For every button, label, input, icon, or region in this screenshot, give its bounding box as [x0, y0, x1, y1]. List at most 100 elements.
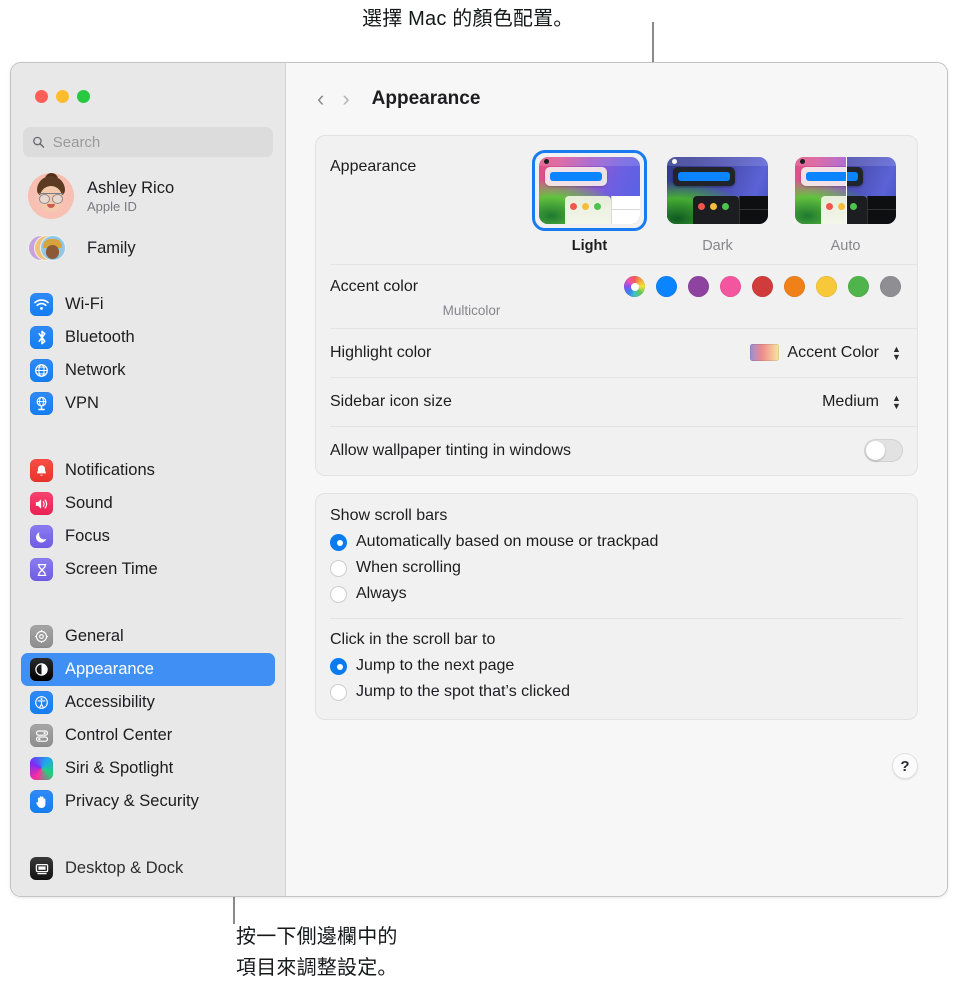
sidebar-item-wi-fi[interactable]: Wi-Fi	[21, 288, 275, 321]
highlight-color-label: Highlight color	[330, 343, 432, 361]
appearance-option-label: Auto	[830, 238, 861, 254]
sidebar-item-control-center[interactable]: Control Center	[21, 719, 275, 752]
wallpaper-tinting-row: Allow wallpaper tinting in windows	[316, 426, 917, 475]
page-title: Appearance	[371, 88, 481, 109]
search-field[interactable]	[23, 127, 273, 157]
sidebar-item-appearance[interactable]: Appearance	[21, 653, 275, 686]
highlight-color-row: Highlight color Accent Color ▲ ▼	[316, 328, 917, 377]
help-question-icon: ?	[900, 757, 910, 775]
highlight-color-popup[interactable]: Accent Color ▲ ▼	[750, 342, 903, 363]
sidebar-item-label: Accessibility	[65, 693, 155, 711]
desktop-dock-icon	[30, 857, 53, 880]
detail-pane: ‹ › Appearance Appearance Light Dark Aut…	[286, 63, 947, 896]
sidebar-item-label: Sound	[65, 494, 113, 512]
sidebar-group-appearance: General Appearance Accessibility Control…	[21, 620, 275, 818]
accent-swatch-purple[interactable]	[688, 276, 709, 297]
search-icon	[33, 136, 45, 148]
radio-button[interactable]	[330, 533, 347, 551]
sidebar-item-general[interactable]: General	[21, 620, 275, 653]
sidebar-icon-size-popup[interactable]: Medium ▲ ▼	[822, 391, 903, 412]
sidebar-item-vpn[interactable]: VPN	[21, 387, 275, 420]
sidebar-item-label: Siri & Spotlight	[65, 759, 174, 777]
minimize-button[interactable]	[56, 90, 69, 103]
wifi-icon	[30, 293, 53, 316]
sidebar-item-label: Desktop & Dock	[65, 859, 184, 877]
sidebar-item-label: Appearance	[65, 660, 154, 678]
chevron-up-down-icon[interactable]: ▲ ▼	[890, 391, 903, 412]
accent-swatch-yellow[interactable]	[816, 276, 837, 297]
appearance-option-label: Dark	[702, 238, 733, 254]
radio-auto-scrollbars[interactable]: Automatically based on mouse or trackpad	[330, 529, 903, 555]
close-button[interactable]	[35, 90, 48, 103]
sidebar-icon-size-label: Sidebar icon size	[330, 392, 452, 410]
radio-label: Jump to the spot that’s clicked	[356, 683, 571, 700]
sidebar-group-connectivity: Wi-Fi Bluetooth Network VPN	[21, 288, 275, 420]
show-scroll-bars-label: Show scroll bars	[330, 507, 448, 524]
highlight-color-value: Accent Color	[787, 343, 879, 361]
radio-label: Jump to the next page	[356, 657, 515, 674]
sidebar-item-siri-spotlight[interactable]: Siri & Spotlight	[21, 752, 275, 785]
screenshot-root: 選擇 Mac 的顏色配置。 按一下側邊欄中的 項目來調整設定。 Search A…	[0, 0, 955, 998]
sidebar-item-label: General	[65, 627, 124, 645]
radio-always[interactable]: Always	[330, 581, 903, 607]
sidebar-item-label: Notifications	[65, 461, 155, 479]
callout-text-top: 選擇 Mac 的顏色配置。	[362, 8, 574, 30]
sidebar-item-label: Focus	[65, 527, 110, 545]
sidebar-item-network[interactable]: Network	[21, 354, 275, 387]
sidebar-item-privacy-security[interactable]: Privacy & Security	[21, 785, 275, 818]
radio-label: When scrolling	[356, 559, 461, 576]
sidebar-item-desktop-dock[interactable]: Desktop & Dock	[21, 852, 275, 885]
click-scroll-bar-label: Click in the scroll bar to	[330, 631, 496, 648]
zoom-button[interactable]	[77, 90, 90, 103]
radio-when-scrolling[interactable]: When scrolling	[330, 555, 903, 581]
divider	[330, 618, 903, 619]
accent-swatch-green[interactable]	[848, 276, 869, 297]
radio-button[interactable]	[330, 657, 347, 675]
appearance-option-label: Light	[571, 238, 608, 254]
appearance-label: Appearance	[330, 158, 417, 175]
chevron-up-down-icon[interactable]: ▲ ▼	[890, 342, 903, 363]
siri-icon	[30, 757, 53, 780]
sidebar-group-system: Notifications Sound Focus Screen Time	[21, 454, 275, 586]
sidebar-item-label: VPN	[65, 394, 99, 412]
radio-label: Always	[356, 585, 407, 602]
accent-swatch-blue[interactable]	[656, 276, 677, 297]
account-row[interactable]: Ashley Rico Apple ID	[21, 157, 275, 219]
radio-jump-to-spot[interactable]: Jump to the spot that’s clicked	[330, 679, 903, 705]
sidebar-item-label: Bluetooth	[65, 328, 135, 346]
auto-preview	[795, 157, 896, 224]
chevron-right-icon[interactable]: ›	[342, 88, 349, 110]
network-globe-icon	[30, 359, 53, 382]
bluetooth-icon	[30, 326, 53, 349]
wallpaper-tinting-switch[interactable]	[864, 439, 903, 462]
sidebar-item-bluetooth[interactable]: Bluetooth	[21, 321, 275, 354]
family-avatars-icon	[28, 230, 74, 266]
sidebar-item-screen-time[interactable]: Screen Time	[21, 553, 275, 586]
sidebar-item-focus[interactable]: Focus	[21, 520, 275, 553]
sidebar-item-accessibility[interactable]: Accessibility	[21, 686, 275, 719]
radio-jump-next-page[interactable]: Jump to the next page	[330, 653, 903, 679]
help-button[interactable]: ?	[892, 753, 918, 779]
chevron-left-icon[interactable]: ‹	[317, 88, 324, 110]
privacy-hand-icon	[30, 790, 53, 813]
search-input[interactable]	[52, 133, 264, 151]
accent-swatch-graphite[interactable]	[880, 276, 901, 297]
sidebar-item-label: Wi-Fi	[65, 295, 104, 313]
accent-swatch-red[interactable]	[752, 276, 773, 297]
callout-text-bottom: 按一下側邊欄中的 項目來調整設定。	[236, 926, 398, 979]
accent-color-row: Accent color Multicolor	[316, 264, 917, 328]
sidebar-item-sound[interactable]: Sound	[21, 487, 275, 520]
appearance-option-dark[interactable]: Dark	[660, 150, 775, 254]
sidebar-item-notifications[interactable]: Notifications	[21, 454, 275, 487]
accent-swatch-multicolor[interactable]	[624, 276, 645, 297]
accent-swatch-pink[interactable]	[720, 276, 741, 297]
radio-button[interactable]	[330, 683, 347, 701]
appearance-option-light[interactable]: Light	[532, 150, 647, 254]
appearance-option-auto[interactable]: Auto	[788, 150, 903, 254]
sidebar-item-family[interactable]: Family	[21, 219, 275, 266]
accent-swatch-orange[interactable]	[784, 276, 805, 297]
radio-button[interactable]	[330, 585, 347, 603]
screen-time-hourglass-icon	[30, 558, 53, 581]
radio-button[interactable]	[330, 559, 347, 577]
sidebar-icon-size-row: Sidebar icon size Medium ▲ ▼	[316, 377, 917, 426]
